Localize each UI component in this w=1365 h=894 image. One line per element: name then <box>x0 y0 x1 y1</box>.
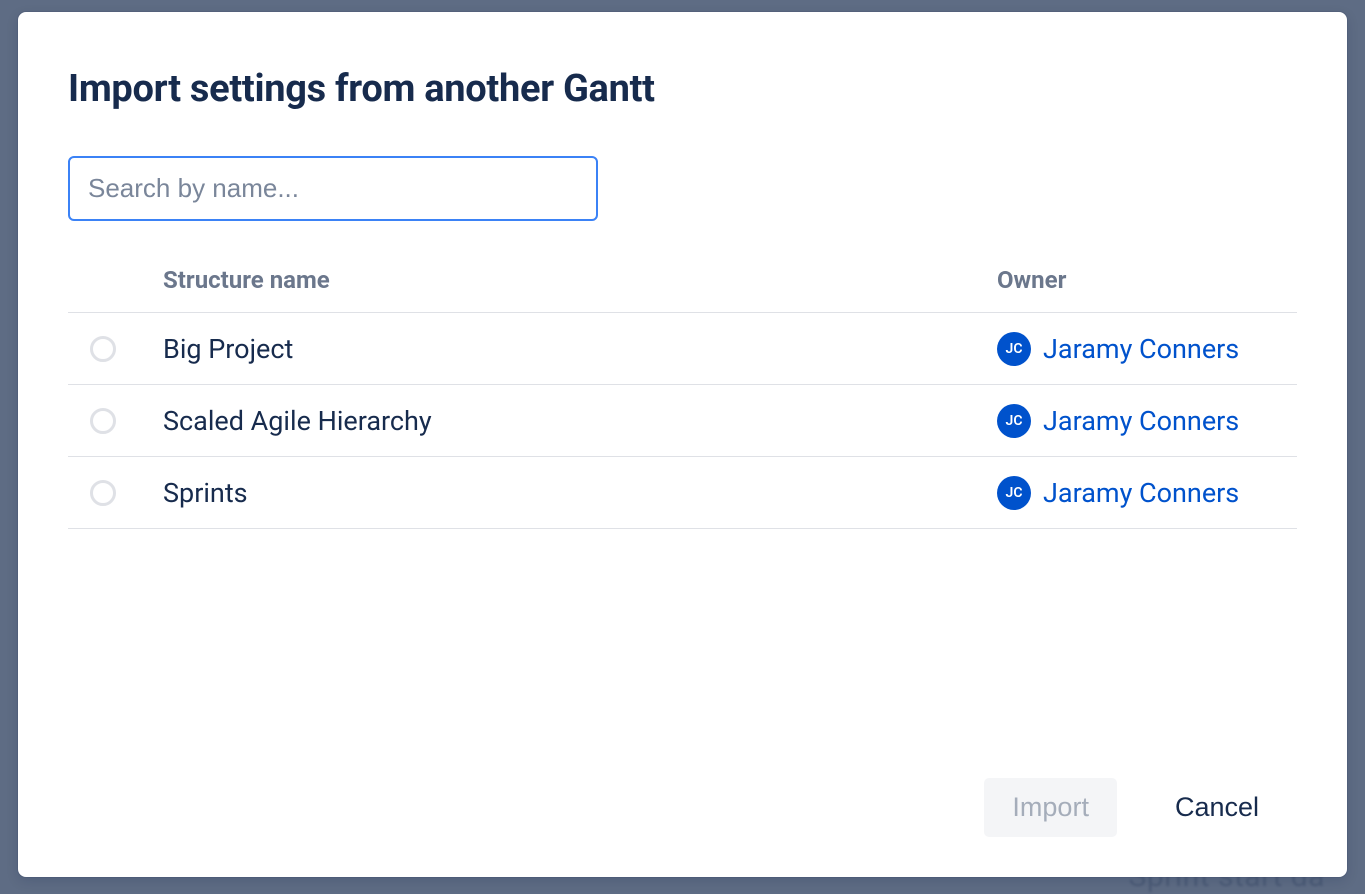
dialog-title: Import settings from another Gantt <box>68 67 1297 111</box>
structure-name: Scaled Agile Hierarchy <box>163 405 997 437</box>
table-row[interactable]: Scaled Agile Hierarchy JC Jaramy Conners <box>68 385 1297 457</box>
owner-link[interactable]: Jaramy Conners <box>1043 477 1239 509</box>
owner-link[interactable]: Jaramy Conners <box>1043 333 1239 365</box>
import-settings-dialog: Import settings from another Gantt Struc… <box>18 12 1347 877</box>
structure-name: Sprints <box>163 477 997 509</box>
table-header: Structure name Owner <box>68 266 1297 313</box>
cancel-button[interactable]: Cancel <box>1147 778 1287 837</box>
table-row[interactable]: Sprints JC Jaramy Conners <box>68 457 1297 529</box>
header-owner: Owner <box>997 266 1297 294</box>
radio-select-icon[interactable] <box>90 408 116 434</box>
radio-select-icon[interactable] <box>90 336 116 362</box>
avatar-icon: JC <box>997 476 1031 510</box>
table-row[interactable]: Big Project JC Jaramy Conners <box>68 313 1297 385</box>
owner-link[interactable]: Jaramy Conners <box>1043 405 1239 437</box>
radio-select-icon[interactable] <box>90 480 116 506</box>
header-structure-name: Structure name <box>163 266 997 294</box>
import-button[interactable]: Import <box>984 778 1117 837</box>
search-input[interactable] <box>68 156 598 221</box>
avatar-icon: JC <box>997 332 1031 366</box>
avatar-icon: JC <box>997 404 1031 438</box>
structure-table: Structure name Owner Big Project JC Jara… <box>68 266 1297 529</box>
structure-name: Big Project <box>163 333 997 365</box>
dialog-footer: Import Cancel <box>68 778 1297 837</box>
